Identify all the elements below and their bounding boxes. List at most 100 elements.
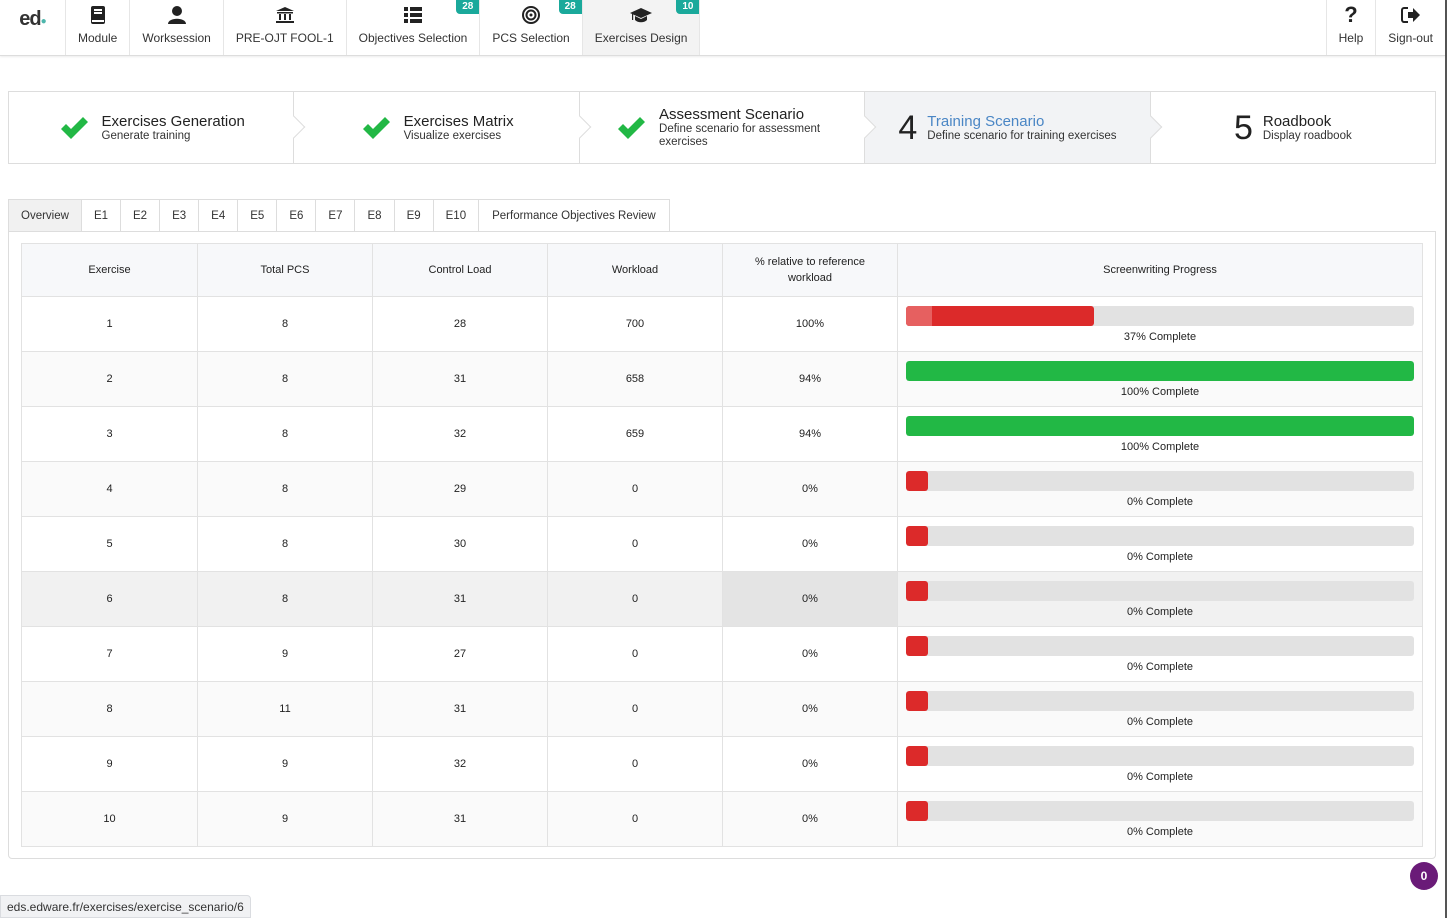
tab-e9[interactable]: E9 [394, 200, 434, 231]
nav-item-label: Module [78, 31, 118, 45]
sign-out-icon [1400, 5, 1421, 25]
tab-performance-objectives-review[interactable]: Performance Objectives Review [479, 200, 670, 231]
cell-workload: 658 [547, 351, 723, 407]
cell-screenwriting-progress: 100% Complete [897, 351, 1423, 407]
cell-total-pcs: 9 [197, 626, 373, 682]
cell-workload: 0 [547, 791, 723, 847]
tab-e7[interactable]: E7 [316, 200, 356, 231]
tab-e8[interactable]: E8 [355, 200, 395, 231]
step-training-scenario[interactable]: 4 Training Scenario Define scenario for t… [865, 92, 1162, 163]
nav-item-pre-ojt[interactable]: PRE-OJT FOOL-1 [224, 0, 347, 55]
progress-bar-fill [906, 525, 928, 546]
chat-notification-badge[interactable]: 0 [1410, 862, 1438, 890]
progress-bar-fill [906, 800, 928, 821]
step-title: Exercises Matrix [403, 112, 514, 130]
table-row[interactable]: 2 8 31 658 94% 100% Complete [21, 351, 1423, 407]
cell-workload: 0 [547, 516, 723, 572]
step-title: Assessment Scenario [659, 106, 805, 123]
header-exercise: Exercise [21, 243, 198, 297]
cell-workload: 0 [547, 736, 723, 792]
table-row[interactable]: 9 9 32 0 0% 0% Complete [21, 736, 1423, 792]
table-row[interactable]: 5 8 30 0 0% 0% Complete [21, 516, 1423, 572]
step-assessment-scenario[interactable]: Assessment Scenario Define scenario for a… [579, 92, 877, 163]
cell-control-load: 29 [372, 461, 548, 517]
step-exercises-matrix[interactable]: Exercises Matrix Visualize exercises [294, 92, 592, 163]
institution-icon [275, 5, 294, 25]
step-exercises-generation[interactable]: Exercises Generation Generate training [9, 92, 306, 163]
cell-relative-workload: 94% [722, 406, 898, 462]
cell-workload: 659 [547, 406, 723, 462]
table-row[interactable]: 4 8 29 0 0% 0% Complete [21, 461, 1423, 517]
tab-e4[interactable]: E4 [199, 200, 239, 231]
progress-bar-highlight [906, 305, 932, 326]
nav-item-pcs-selection[interactable]: 28 PCS Selection [480, 0, 583, 55]
list-icon [403, 5, 422, 25]
tab-overview[interactable]: Overview [9, 200, 82, 231]
cell-workload: 0 [547, 461, 723, 517]
step-desc: Define scenario for training exercises [927, 129, 1117, 142]
cell-workload: 700 [547, 296, 723, 352]
sign-out-label: Sign-out [1388, 31, 1433, 45]
target-icon [522, 5, 541, 25]
table-row[interactable]: 7 9 27 0 0% 0% Complete [21, 626, 1423, 682]
nav-item-label: PCS Selection [492, 31, 570, 45]
tab-e2[interactable]: E2 [121, 200, 161, 231]
progress-label: 0% Complete [1126, 550, 1194, 563]
step-desc: Generate training [101, 129, 191, 142]
step-number: 4 [898, 108, 918, 147]
cell-control-load: 31 [372, 571, 548, 627]
header-relative-workload: % relative to reference workload [722, 243, 898, 297]
wizard-steps: Exercises Generation Generate training Ex… [8, 91, 1436, 164]
nav-item-exercises-design[interactable]: 10 Exercises Design [582, 0, 701, 55]
nav-item-objectives-selection[interactable]: 28 Objectives Selection [347, 0, 481, 55]
progress-bar [906, 415, 1414, 436]
step-number: 5 [1233, 108, 1253, 147]
cell-relative-workload: 0% [722, 681, 898, 737]
tab-e10[interactable]: E10 [433, 200, 480, 231]
progress-bar-fill [906, 580, 928, 601]
nav-item-label: Objectives Selection [358, 31, 468, 45]
cell-screenwriting-progress: 0% Complete [897, 461, 1423, 517]
help-button[interactable]: ? Help [1325, 0, 1376, 55]
sign-out-button[interactable]: Sign-out [1375, 0, 1445, 55]
tab-e6[interactable]: E6 [277, 200, 317, 231]
cell-control-load: 32 [372, 736, 548, 792]
logo[interactable]: ed ● [0, 0, 66, 55]
cell-total-pcs: 9 [197, 736, 373, 792]
table-row[interactable]: 1 8 28 700 100% 37% Complete [21, 296, 1423, 352]
logo-text: ed [19, 8, 41, 30]
cell-exercise: 3 [21, 406, 198, 462]
progress-bar-fill [906, 745, 928, 766]
cell-workload: 0 [547, 681, 723, 737]
cell-relative-workload: 0% [722, 461, 898, 517]
table-row[interactable]: 6 8 31 0 0% 0% Complete [21, 571, 1423, 627]
user-icon [167, 5, 186, 25]
tab-e5[interactable]: E5 [238, 200, 278, 231]
step-title: Exercises Generation [101, 112, 245, 130]
tab-e3[interactable]: E3 [160, 200, 200, 231]
cell-screenwriting-progress: 0% Complete [897, 626, 1423, 682]
exercises-overview-table: Exercise Total PCS Control Load Workload… [21, 243, 1423, 847]
progress-label: 0% Complete [1126, 660, 1194, 673]
cell-total-pcs: 8 [197, 406, 373, 462]
cell-exercise: 4 [21, 461, 198, 517]
cell-control-load: 31 [372, 681, 548, 737]
nav-item-worksession[interactable]: Worksession [130, 0, 224, 55]
table-row[interactable]: 8 11 31 0 0% 0% Complete [21, 681, 1423, 737]
help-label: Help [1338, 31, 1364, 45]
cell-screenwriting-progress: 37% Complete [897, 296, 1423, 352]
step-roadbook[interactable]: 5 Roadbook Display roadbook [1150, 92, 1436, 163]
count-badge: 28 [558, 0, 582, 14]
graduation-cap-icon [630, 5, 653, 25]
progress-label: 0% Complete [1126, 605, 1194, 618]
progress-bar-fill [906, 305, 1094, 326]
progress-bar [906, 580, 1414, 601]
cell-exercise: 2 [21, 351, 198, 407]
nav-item-module[interactable]: Module [66, 0, 131, 55]
table-row[interactable]: 3 8 32 659 94% 100% Complete [21, 406, 1423, 462]
table-row[interactable]: 10 9 31 0 0% 0% Complete [21, 791, 1423, 847]
cell-total-pcs: 8 [197, 516, 373, 572]
cell-screenwriting-progress: 0% Complete [897, 681, 1423, 737]
tab-e1[interactable]: E1 [81, 200, 122, 231]
cell-total-pcs: 8 [197, 296, 373, 352]
